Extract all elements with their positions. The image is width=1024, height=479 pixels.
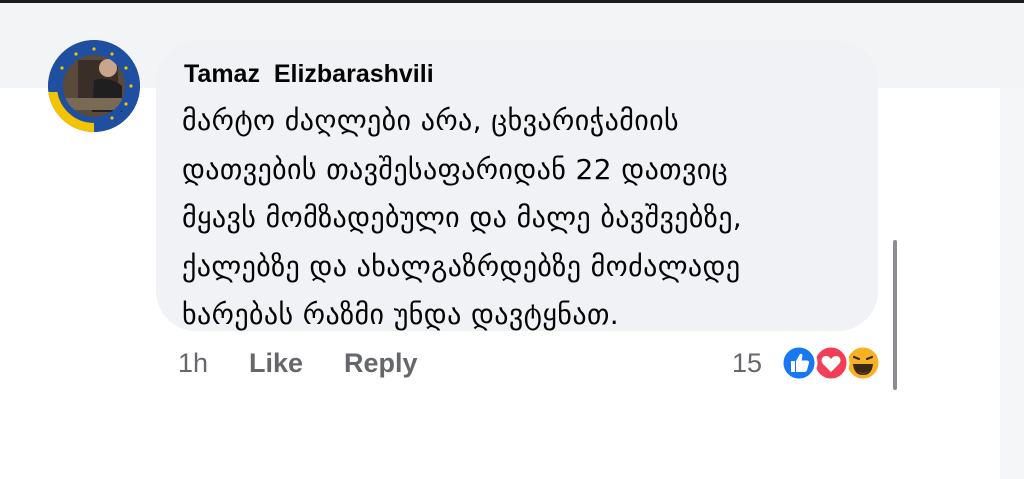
comment-author[interactable]: Tamaz Elizbarashvili [184,60,434,89]
comment-bubble: Tamaz Elizbarashvili მარტო ძაღლები არა, … [156,41,878,331]
comment-text: მარტო ძაღლები არა, ცხვარიჭამიის დათვების… [182,97,862,340]
reaction-count: 15 [732,348,763,378]
avatar-photo-icon [48,40,140,132]
comment-line: ხარებას რაზმი უნდა დავტყნათ. [182,298,620,331]
reply-button[interactable]: Reply [344,348,418,379]
comment-line: მყავს მომზადებული და მალე ბავშვებზე, [182,201,743,234]
like-button[interactable]: Like [249,348,303,379]
like-icon [780,344,818,382]
background-side [1000,88,1024,479]
comment-line: მარტო ძაღლები არა, ცხვარიჭამიის [182,104,680,137]
scrollbar[interactable] [893,240,897,390]
comment-line: ქალებზე და ახალგაზრდებზე მოძალადე [182,249,741,283]
comment-line: დათვების თავშესაფარიდან 22 დათვიც [182,152,729,186]
avatar[interactable] [48,40,140,132]
comment-timestamp[interactable]: 1h [178,348,208,379]
